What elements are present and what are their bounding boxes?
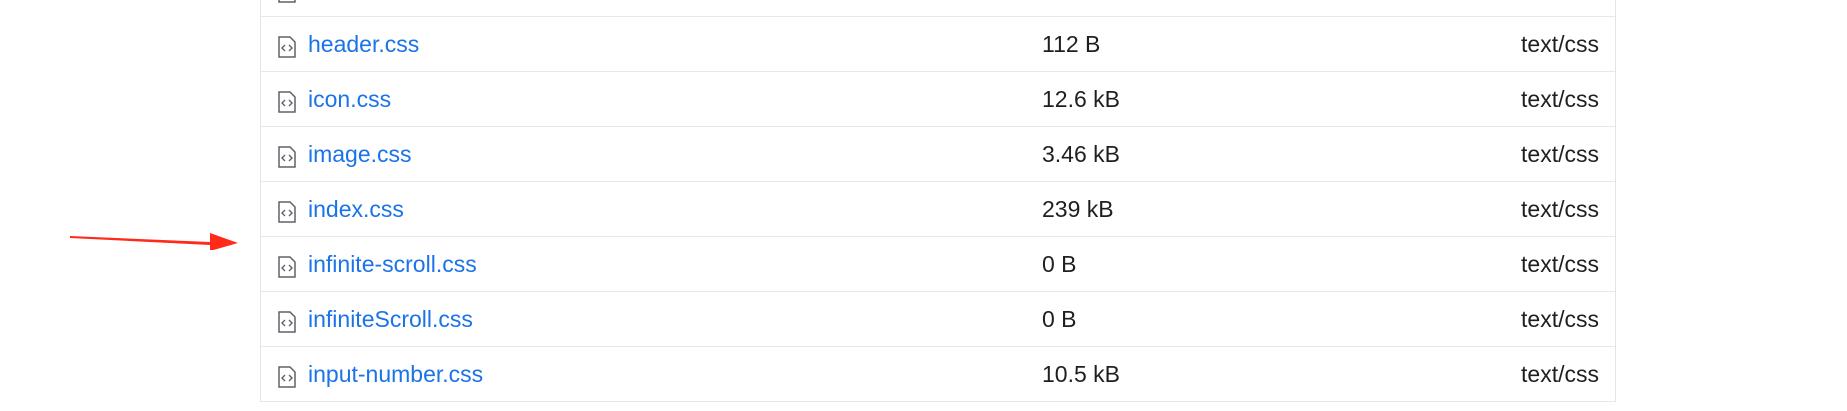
- file-type: text/css: [1521, 361, 1599, 387]
- file-code-icon: [278, 366, 296, 388]
- file-table: form.css 2.65 kB text/css header.css 112…: [260, 0, 1616, 402]
- file-link[interactable]: input-number.css: [308, 347, 483, 402]
- file-size: 0 B: [1042, 306, 1077, 332]
- table-row: form.css 2.65 kB text/css: [261, 0, 1615, 17]
- file-link[interactable]: header.css: [308, 17, 419, 72]
- table-row: image.css 3.46 kB text/css: [261, 127, 1615, 182]
- file-type: text/css: [1521, 0, 1599, 17]
- file-type: text/css: [1521, 196, 1599, 222]
- file-size: 3.46 kB: [1042, 141, 1120, 167]
- file-size: 0 B: [1042, 251, 1077, 277]
- file-code-icon: [278, 311, 296, 333]
- file-type: text/css: [1521, 251, 1599, 277]
- table-row: infiniteScroll.css 0 B text/css: [261, 292, 1615, 347]
- file-type: text/css: [1521, 31, 1599, 57]
- file-link[interactable]: image.css: [308, 127, 412, 182]
- file-code-icon: [278, 146, 296, 168]
- table-row: infinite-scroll.css 0 B text/css: [261, 237, 1615, 292]
- file-size: 2.65 kB: [1042, 0, 1120, 17]
- file-code-icon: [278, 91, 296, 113]
- file-type: text/css: [1521, 86, 1599, 112]
- file-code-icon: [278, 0, 296, 3]
- red-arrow-icon: [70, 233, 238, 250]
- file-link[interactable]: index.css: [308, 182, 404, 237]
- file-size: 112 B: [1042, 31, 1101, 57]
- file-link[interactable]: form.css: [308, 0, 395, 17]
- table-row: icon.css 12.6 kB text/css: [261, 72, 1615, 127]
- file-size: 10.5 kB: [1042, 361, 1120, 387]
- table-row: header.css 112 B text/css: [261, 17, 1615, 72]
- file-size: 239 kB: [1042, 196, 1114, 222]
- file-code-icon: [278, 36, 296, 58]
- file-link[interactable]: infiniteScroll.css: [308, 292, 473, 347]
- file-type: text/css: [1521, 306, 1599, 332]
- file-link[interactable]: infinite-scroll.css: [308, 237, 477, 292]
- table-row: index.css 239 kB text/css: [261, 182, 1615, 237]
- file-code-icon: [278, 201, 296, 223]
- file-listing-page: form.css 2.65 kB text/css header.css 112…: [0, 0, 1847, 411]
- file-size: 12.6 kB: [1042, 86, 1120, 112]
- file-code-icon: [278, 256, 296, 278]
- table-row: input-number.css 10.5 kB text/css: [261, 347, 1615, 402]
- file-type: text/css: [1521, 141, 1599, 167]
- file-link[interactable]: icon.css: [308, 72, 391, 127]
